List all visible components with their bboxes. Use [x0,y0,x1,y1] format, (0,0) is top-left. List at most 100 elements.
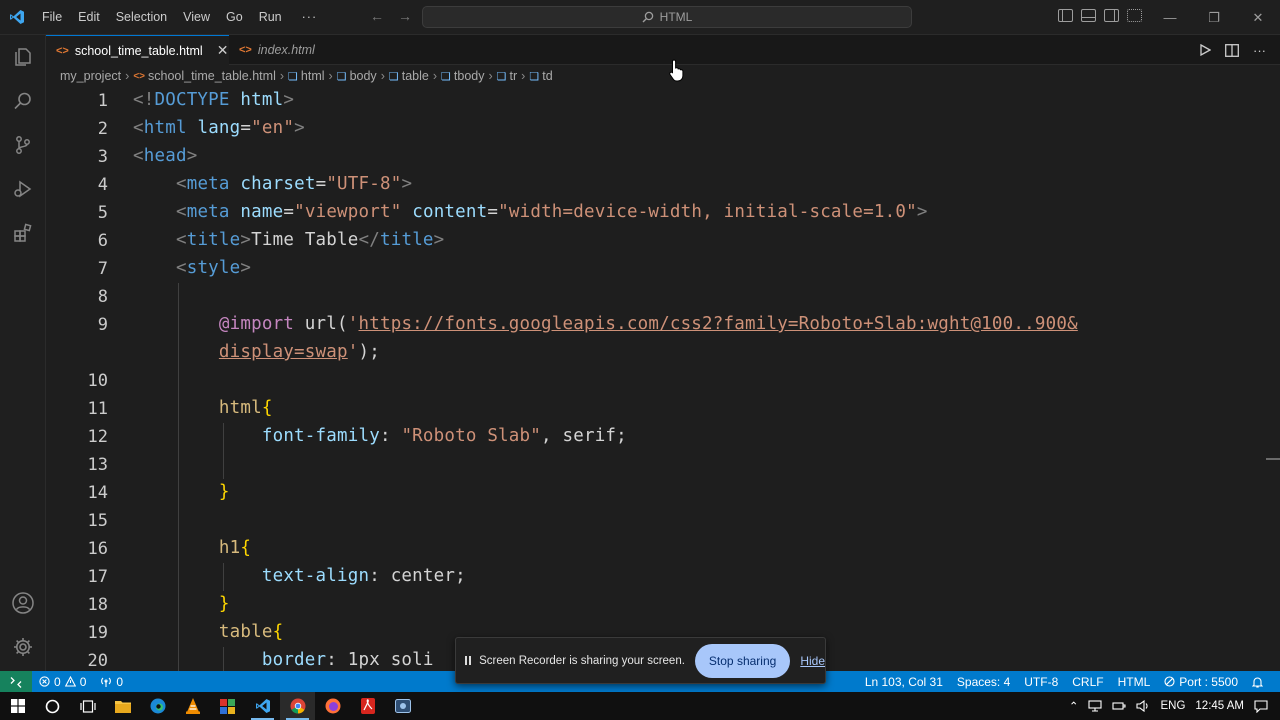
code-line-2: <html lang="en"> [133,118,305,138]
close-tab-icon[interactable]: ✕ [217,42,229,59]
chevron-right-icon: › [279,69,285,83]
system-tray: ⌃ ENG 12:45 AM [1069,692,1280,720]
account-icon[interactable] [0,581,46,625]
line-number: 9 [97,315,108,335]
breadcrumb-td[interactable]: ❏ td [529,69,552,83]
history-nav: ← → [370,8,412,24]
breadcrumb-table[interactable]: ❏ table [389,69,429,83]
split-editor-icon[interactable] [1225,43,1239,57]
token: < [175,174,187,194]
menu-edit[interactable]: Edit [70,10,108,24]
token: html [240,90,284,110]
url-link[interactable]: display=swap [219,342,348,362]
stop-sharing-button[interactable]: Stop sharing [694,643,791,678]
breadcrumb-body[interactable]: ❏ body [337,69,377,83]
end-of-line[interactable]: CRLF [1065,675,1110,689]
breadcrumb-folder[interactable]: my_project [60,69,121,83]
search-circle-icon[interactable] [35,692,70,720]
pdf-reader-icon[interactable] [350,692,385,720]
line-number: 14 [87,483,108,503]
network-icon[interactable] [1088,700,1103,712]
menu-view[interactable]: View [175,10,218,24]
task-view-icon[interactable] [70,692,105,720]
menu-bar: File Edit Selection View Go Run ··· [34,10,325,24]
breadcrumb-tbody[interactable]: ❏ tbody [441,69,484,83]
restore-icon[interactable]: ❐ [1192,0,1236,35]
breadcrumb-file[interactable]: <> school_time_table.html [133,69,276,83]
breadcrumb-label: my_project [60,69,122,83]
code-line-12: font-family: "Roboto Slab", serif; [133,426,627,446]
chrome-icon[interactable] [280,692,315,720]
customize-layout-icon[interactable] [1127,9,1142,22]
close-window-icon[interactable]: ✕ [1236,0,1280,35]
volume-icon[interactable] [1136,700,1150,712]
problems-indicator[interactable]: 0 0 [32,675,93,689]
code-line-3: <head> [133,146,197,166]
search-activity-icon[interactable] [0,79,46,123]
menu-go[interactable]: Go [218,10,251,24]
element-icon: ❏ [529,70,540,83]
code-line-18: } [133,594,230,614]
remote-indicator-icon[interactable] [0,671,32,692]
live-server-port[interactable]: Port : 5500 [1157,675,1245,689]
battery-plug-icon[interactable] [1112,700,1127,712]
layout-controls [1058,9,1142,22]
extensions-icon[interactable] [0,211,46,255]
command-center-search[interactable]: HTML [422,6,912,28]
line-number: 19 [87,623,108,643]
forward-arrow-icon[interactable]: → [398,8,412,24]
element-icon: ❏ [496,70,507,83]
token: ' [347,342,359,362]
language-mode[interactable]: HTML [1111,675,1158,689]
tab-index[interactable]: <> index.html [229,35,325,65]
toggle-secondary-sidebar-icon[interactable] [1104,9,1119,22]
indentation[interactable]: Spaces: 4 [950,675,1017,689]
firefox-icon[interactable] [315,692,350,720]
code-editor[interactable]: 1 2 3 4 5 6 7 8 9 10 11 12 13 14 15 16 1… [46,87,1280,671]
windows-start-icon[interactable] [0,692,35,720]
editor-tab-bar: <> school_time_table.html ✕ <> index.htm… [46,35,1280,65]
encoding[interactable]: UTF-8 [1017,675,1065,689]
chevron-up-icon[interactable]: ⌃ [1069,699,1079,713]
activity-bar [0,35,46,671]
token: html [143,118,187,138]
menu-run[interactable]: Run [251,10,290,24]
file-explorer-icon[interactable] [105,692,140,720]
language-indicator[interactable]: ENG [1160,700,1185,712]
action-center-icon[interactable] [1254,699,1268,713]
edge-browser-icon[interactable] [140,692,175,720]
menu-selection[interactable]: Selection [108,10,175,24]
minimize-icon[interactable]: — [1148,0,1192,35]
menu-file[interactable]: File [34,10,70,24]
source-control-icon[interactable] [0,123,46,167]
code-line-6: <title>Time Table</title> [133,230,444,250]
warning-icon [64,676,76,687]
more-actions-icon[interactable]: ··· [1253,43,1266,58]
vlc-icon[interactable] [175,692,210,720]
notifications-bell-icon[interactable] [1245,676,1270,688]
element-icon: ❏ [288,70,298,83]
explorer-icon[interactable] [0,35,46,79]
menu-more[interactable]: ··· [290,10,326,24]
token: "Roboto Slab" [401,426,542,446]
breadcrumb-html[interactable]: ❏ html [288,69,325,83]
url-link[interactable]: https://fonts.googleapis.com/css2?family… [359,314,1078,334]
scrollbar-marker[interactable] [1266,458,1280,460]
settings-gear-icon[interactable] [0,625,46,669]
back-arrow-icon[interactable]: ← [370,8,384,24]
tab-school-time-table[interactable]: <> school_time_table.html ✕ [46,35,229,65]
toggle-panel-icon[interactable] [1081,9,1096,22]
toggle-primary-sidebar-icon[interactable] [1058,9,1073,22]
winrar-icon[interactable] [210,692,245,720]
run-debug-icon[interactable] [0,167,46,211]
ports-indicator[interactable]: 0 [93,675,130,689]
cursor-position[interactable]: Ln 103, Col 31 [858,675,950,689]
clock-time[interactable]: 12:45 AM [1195,700,1244,712]
hide-link[interactable]: Hide [800,654,825,668]
run-icon[interactable] [1199,44,1211,56]
line-number: 16 [87,539,108,559]
screen-recorder-icon[interactable] [385,692,420,720]
error-icon [39,676,50,687]
breadcrumb-tr[interactable]: ❏ tr [497,69,518,83]
vscode-taskbar-icon[interactable] [245,692,280,720]
